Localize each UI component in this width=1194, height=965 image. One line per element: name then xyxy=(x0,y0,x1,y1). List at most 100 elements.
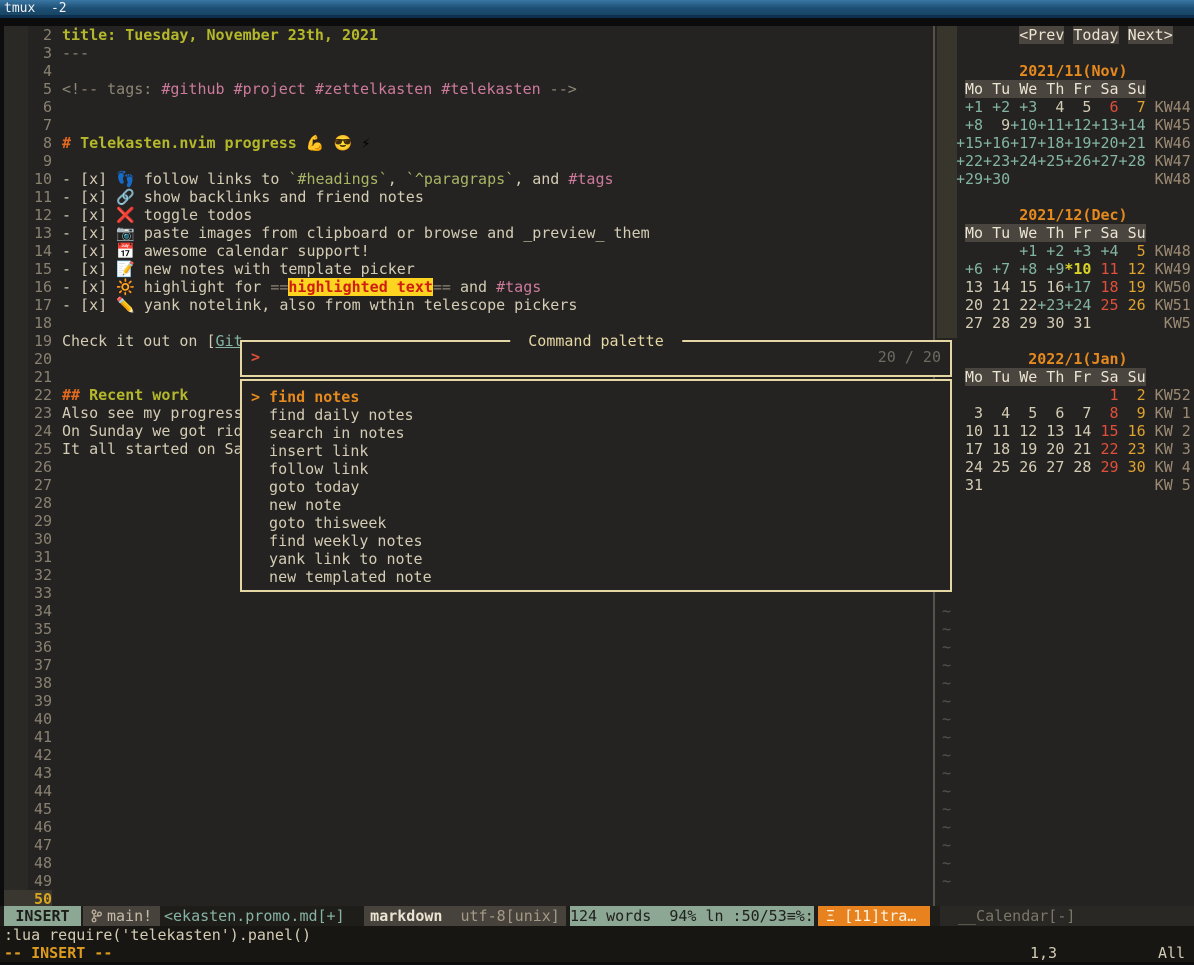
palette-item[interactable]: find daily notes xyxy=(242,406,950,424)
calendar-week-row[interactable]: +29+30 KW48 xyxy=(930,170,1194,188)
line-number: 35 xyxy=(4,620,52,638)
line-text: On Sunday we got rid xyxy=(52,422,243,440)
calendar-week-row[interactable]: 20 21 22+23+24 25 26 KW51 xyxy=(930,296,1194,314)
line-number: 50 xyxy=(4,890,52,906)
line-text xyxy=(52,638,62,656)
calendar-week-row[interactable]: 27 28 29 30 31 KW5 xyxy=(930,314,1194,332)
editor-line[interactable]: 15- [x] 📝 new notes with template picker xyxy=(4,260,930,278)
editor-line[interactable]: 18 xyxy=(4,314,930,332)
calendar-week-row[interactable]: +15+16+17+18+19+20+21 KW46 xyxy=(930,134,1194,152)
calendar-blank-row xyxy=(930,188,1194,206)
editor-line[interactable]: 8# Telekasten.nvim progress 💪 😎 ⚡ xyxy=(4,134,930,152)
line-text xyxy=(52,314,62,332)
calendar-blank-row xyxy=(930,566,1194,584)
palette-item[interactable]: follow link xyxy=(242,460,950,478)
calendar-sidebar[interactable]: <Prev Today Next> 2021/11(Nov) Mo Tu We … xyxy=(930,26,1194,906)
editor-line[interactable]: 45 xyxy=(4,800,930,818)
buffer-label: [11]tra… xyxy=(844,907,916,925)
editor-line[interactable]: 34 xyxy=(4,602,930,620)
line-text: - [x] ✏️ yank notelink, also from wthin … xyxy=(52,296,577,314)
editor-line[interactable]: 2title: Tuesday, November 23th, 2021 xyxy=(4,26,930,44)
editor-line[interactable]: 3--- xyxy=(4,44,930,62)
editor-line[interactable]: 5<!-- tags: #github #project #zettelkast… xyxy=(4,80,930,98)
calendar-week-row[interactable]: 10 11 12 13 14 15 16 KW 2 xyxy=(930,422,1194,440)
line-number: 36 xyxy=(4,638,52,656)
line-number: 24 xyxy=(4,422,52,440)
line-text: - [x] 📝 new notes with template picker xyxy=(52,260,415,278)
editor-line[interactable]: 11- [x] 🔗 show backlinks and friend note… xyxy=(4,188,930,206)
calendar-week-row[interactable]: 31 KW 5 xyxy=(930,476,1194,494)
editor-line[interactable]: 49 xyxy=(4,872,930,890)
prev-button[interactable]: <Prev xyxy=(1019,26,1064,44)
line-text xyxy=(52,728,62,746)
editor-line[interactable]: 44 xyxy=(4,782,930,800)
today-button[interactable]: Today xyxy=(1073,26,1118,44)
line-text xyxy=(52,584,62,602)
next-button[interactable]: Next> xyxy=(1128,26,1173,44)
palette-title: Command palette xyxy=(510,332,682,350)
editor-line[interactable]: 47 xyxy=(4,836,930,854)
editor-line[interactable]: 37 xyxy=(4,656,930,674)
editor-line[interactable]: 36 xyxy=(4,638,930,656)
calendar-week-row[interactable]: +1 +2 +3 4 5 6 7 KW44 xyxy=(930,98,1194,116)
prompt-caret-icon: > xyxy=(251,342,260,373)
line-number: 42 xyxy=(4,746,52,764)
calendar-week-row[interactable]: 3 4 5 6 7 8 9 KW 1 xyxy=(930,404,1194,422)
line-text xyxy=(52,476,62,494)
palette-item[interactable]: new templated note xyxy=(242,568,950,586)
calendar-week-row[interactable]: 1 2 KW52 xyxy=(930,386,1194,404)
palette-item[interactable]: insert link xyxy=(242,442,950,460)
calendar-week-row[interactable]: +22+23+24+25+26+27+28 KW47 xyxy=(930,152,1194,170)
calendar-blank-row xyxy=(930,548,1194,566)
ruler-row: -- INSERT -- 1,3 All xyxy=(0,944,1194,962)
editor-line[interactable]: 35 xyxy=(4,620,930,638)
palette-item[interactable]: new note xyxy=(242,496,950,514)
line-number: 9 xyxy=(4,152,52,170)
palette-item[interactable]: goto thisweek xyxy=(242,514,950,532)
calendar-blank-row xyxy=(930,44,1194,62)
line-number: 43 xyxy=(4,764,52,782)
command-line[interactable]: :lua require('telekasten').panel() xyxy=(0,926,1194,944)
palette-item[interactable]: search in notes xyxy=(242,424,950,442)
editor-line[interactable]: 39 xyxy=(4,692,930,710)
line-text xyxy=(52,98,62,116)
line-number: 17 xyxy=(4,296,52,314)
editor-line[interactable]: 6 xyxy=(4,98,930,116)
line-number: 46 xyxy=(4,818,52,836)
palette-item[interactable]: goto today xyxy=(242,478,950,496)
calendar-week-row[interactable]: 13 14 15 16+17 18 19 KW50 xyxy=(930,278,1194,296)
palette-item[interactable]: > find notes xyxy=(242,388,950,406)
palette-item[interactable]: find weekly notes xyxy=(242,532,950,550)
calendar-week-row[interactable]: +6 +7 +8 +9*10 11 12 KW49 xyxy=(930,260,1194,278)
editor-line[interactable]: 50 xyxy=(4,890,930,906)
editor-line[interactable]: 16- [x] 🔆 highlight for ==highlighted te… xyxy=(4,278,930,296)
empty-buffer-tilde: ~ xyxy=(930,674,1194,692)
editor-line[interactable]: 12- [x] ❌ toggle todos xyxy=(4,206,930,224)
palette-item[interactable]: yank link to note xyxy=(242,550,950,568)
line-number: 19 xyxy=(4,332,52,350)
calendar-week-row[interactable]: 24 25 26 27 28 29 30 KW 4 xyxy=(930,458,1194,476)
editor-line[interactable]: 4 xyxy=(4,62,930,80)
calendar-week-row[interactable]: 17 18 19 20 21 22 23 KW 3 xyxy=(930,440,1194,458)
editor-line[interactable]: 46 xyxy=(4,818,930,836)
editor-line[interactable]: 43 xyxy=(4,764,930,782)
editor-line[interactable]: 13- [x] 📷 paste images from clipboard or… xyxy=(4,224,930,242)
line-number: 41 xyxy=(4,728,52,746)
editor-line[interactable]: 17- [x] ✏️ yank notelink, also from wthi… xyxy=(4,296,930,314)
editor-line[interactable]: 40 xyxy=(4,710,930,728)
editor-line[interactable]: 41 xyxy=(4,728,930,746)
editor-line[interactable]: 10- [x] 👣 follow links to `#headings`, `… xyxy=(4,170,930,188)
line-text xyxy=(52,512,62,530)
line-text xyxy=(52,62,62,80)
calendar-week-row[interactable]: +8 9+10+11+12+13+14 KW45 xyxy=(930,116,1194,134)
editor-line[interactable]: 14- [x] 📅 awesome calendar support! xyxy=(4,242,930,260)
calendar-week-row[interactable]: +1 +2 +3 +4 5 KW48 xyxy=(930,242,1194,260)
editor-line[interactable]: 9 xyxy=(4,152,930,170)
editor-line[interactable]: 42 xyxy=(4,746,930,764)
line-number: 26 xyxy=(4,458,52,476)
editor-line[interactable]: 7 xyxy=(4,116,930,134)
editor-line[interactable]: 48 xyxy=(4,854,930,872)
line-number: 29 xyxy=(4,512,52,530)
editor-line[interactable]: 38 xyxy=(4,674,930,692)
line-text: ## Recent work xyxy=(52,386,188,404)
